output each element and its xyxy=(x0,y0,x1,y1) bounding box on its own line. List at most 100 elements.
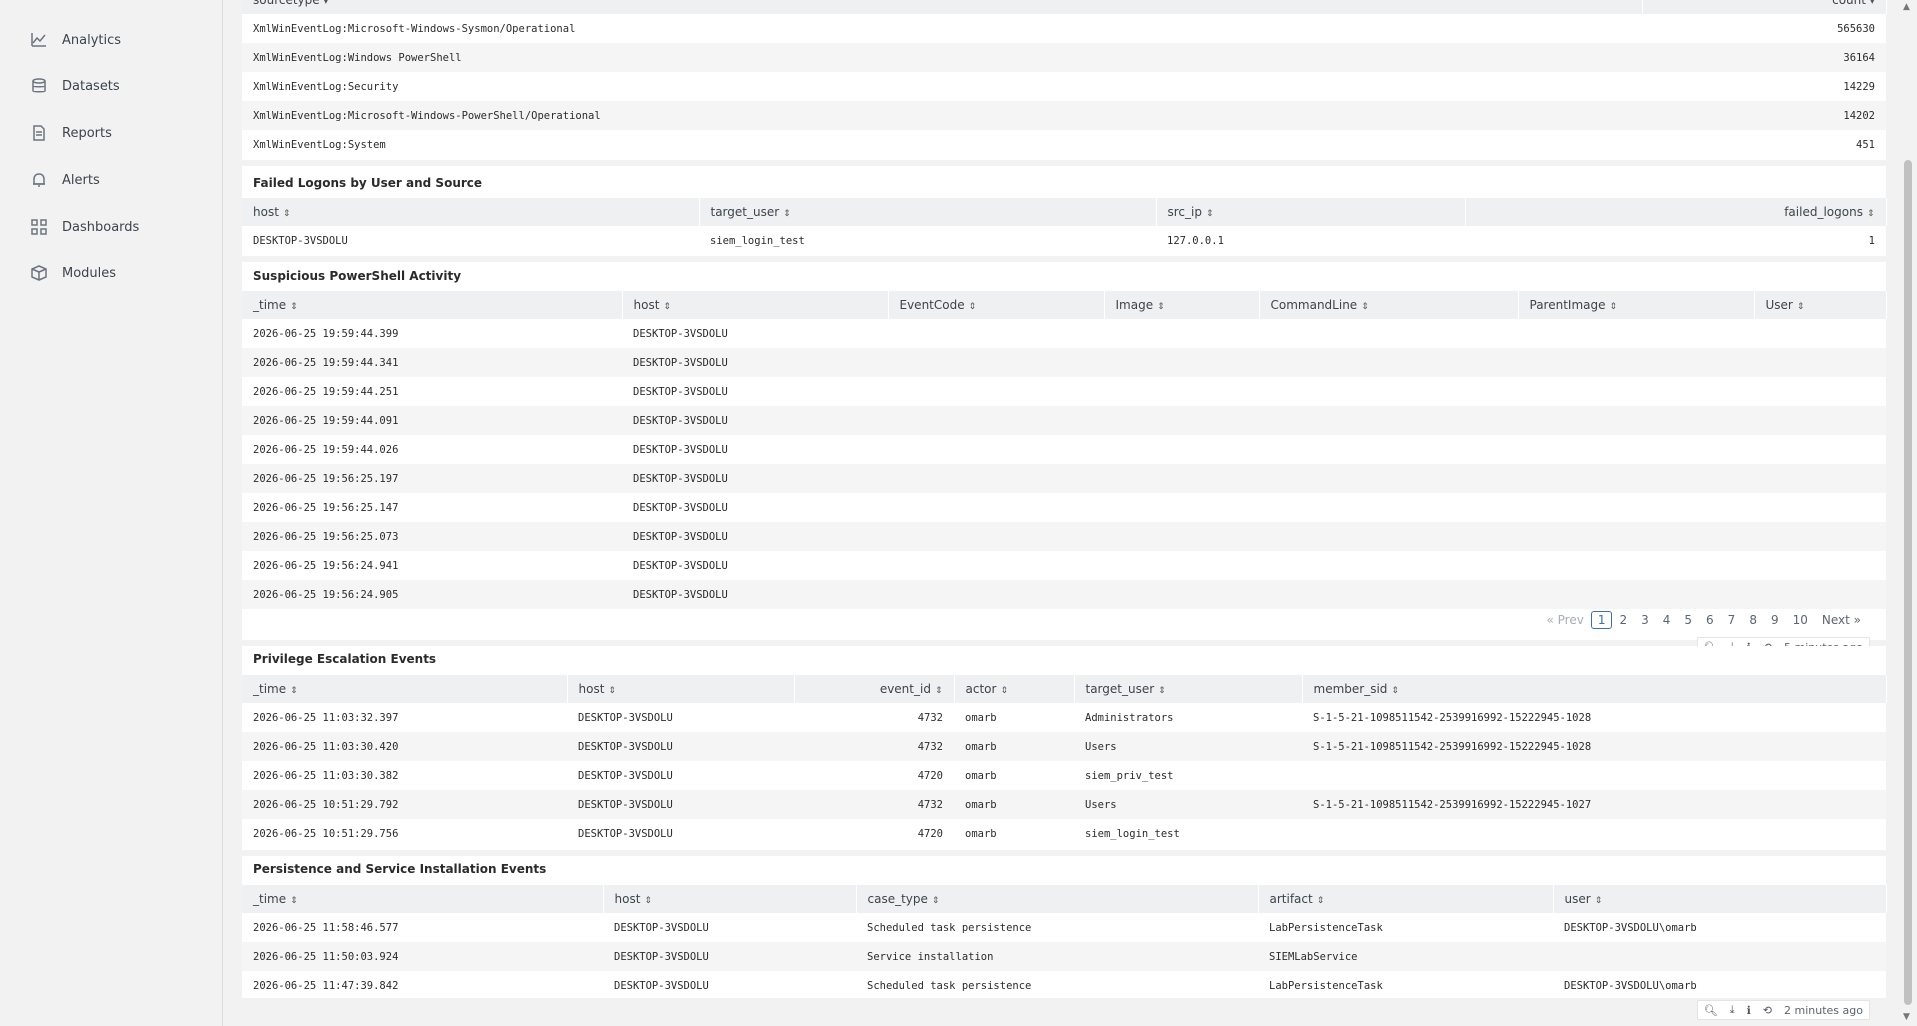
privesc-table: _time ⇕ host ⇕ event_id ⇕ actor ⇕ target_use… xyxy=(242,675,1887,848)
sidebar-item-datasets[interactable]: Datasets xyxy=(30,71,120,101)
sidebar-item-reports[interactable]: Reports xyxy=(30,118,112,148)
table-row: 2026-06-25 11:58:46.577 DESKTOP-3VSDOLU Sc… xyxy=(242,913,1886,942)
table-cell xyxy=(1518,551,1754,580)
panel-title: Persistence and Service Installation Eve… xyxy=(253,862,547,876)
column-header-host[interactable]: host ⇕ xyxy=(603,885,857,913)
sort-icon: ⇕ xyxy=(1205,209,1214,219)
column-header-time[interactable]: _time ⇕ xyxy=(242,885,604,913)
table-cell xyxy=(1259,348,1518,377)
page-button-4[interactable]: 4 xyxy=(1656,611,1678,629)
column-header-image[interactable]: Image ⇕ xyxy=(1104,291,1260,319)
download-icon[interactable]: ⤓ xyxy=(1730,1003,1735,1017)
sidebar-item-analytics[interactable]: Analytics xyxy=(30,25,121,55)
table-cell: S-1-5-21-1098511542-2539916992-15222945-… xyxy=(1313,711,1592,724)
column-header-src-ip[interactable]: src_ip ⇕ xyxy=(1156,198,1466,226)
sidebar-item-dashboards[interactable]: Dashboards xyxy=(30,212,139,242)
column-header-commandline[interactable]: CommandLine ⇕ xyxy=(1259,291,1519,319)
page-button-5[interactable]: 5 xyxy=(1677,611,1699,629)
prev-page-button[interactable]: « Prev xyxy=(1539,611,1590,629)
sort-icon: ⇕ xyxy=(1796,302,1805,312)
powershell-table: _time ⇕ host ⇕ EventCode ⇕ Image ⇕ CommandLi… xyxy=(242,291,1887,609)
page-button-7[interactable]: 7 xyxy=(1721,611,1743,629)
last-updated-text: 2 minutes ago xyxy=(1784,1003,1863,1017)
sidebar-item-modules[interactable]: Modules xyxy=(30,258,116,288)
column-header-host[interactable]: host ⇕ xyxy=(242,198,700,226)
table-cell xyxy=(1754,435,1886,464)
table-cell: XmlWinEventLog:Windows PowerShell xyxy=(242,43,1642,72)
column-header-target-user[interactable]: target_user ⇕ xyxy=(1074,675,1303,703)
column-header-user[interactable]: user ⇕ xyxy=(1553,885,1887,913)
sort-icon: ⇕ xyxy=(968,302,977,312)
column-header-parentimage[interactable]: ParentImage ⇕ xyxy=(1518,291,1755,319)
table-cell xyxy=(1518,522,1754,551)
column-header-target-user[interactable]: target_user ⇕ xyxy=(699,198,1157,226)
column-header-sourcetype[interactable]: sourcetype ▾ xyxy=(242,0,1643,14)
panel-title: Privilege Escalation Events xyxy=(253,652,437,666)
column-header-failed-logons[interactable]: failed_logons ⇕ xyxy=(1465,198,1887,226)
search-icon[interactable]: 🔍︎ xyxy=(1704,1004,1718,1017)
column-header-count[interactable]: count ▾ xyxy=(1642,0,1887,14)
column-header-time[interactable]: _time ⇕ xyxy=(242,291,623,319)
powershell-panel: Suspicious PowerShell Activity _time ⇕ ho… xyxy=(242,262,1887,640)
table-cell: DESKTOP-3VSDOLU xyxy=(633,501,728,514)
table-cell: 2026-06-25 11:47:39.842 xyxy=(253,979,399,992)
table-cell: DESKTOP-3VSDOLU xyxy=(614,921,709,934)
next-page-button[interactable]: Next » xyxy=(1815,611,1868,629)
page-button-9[interactable]: 9 xyxy=(1764,611,1786,629)
column-header-host[interactable]: host ⇕ xyxy=(622,291,889,319)
sidebar-item-label: Dashboards xyxy=(62,219,140,235)
column-header-member-sid[interactable]: member_sid ⇕ xyxy=(1302,675,1887,703)
scroll-down-icon[interactable]: ▼ xyxy=(1903,1012,1910,1022)
table-cell xyxy=(1754,551,1886,580)
table-row: 2026-06-25 11:50:03.924 DESKTOP-3VSDOLU Se… xyxy=(242,942,1886,971)
table-row: XmlWinEventLog:Windows PowerShell 36164 xyxy=(242,43,1886,72)
table-cell xyxy=(888,580,1104,609)
column-header-eventcode[interactable]: EventCode ⇕ xyxy=(888,291,1105,319)
table-cell xyxy=(1104,522,1259,551)
page-button-10[interactable]: 10 xyxy=(1786,611,1815,629)
table-cell: XmlWinEventLog:System xyxy=(253,138,386,151)
table-cell xyxy=(888,551,1104,580)
table-cell: DESKTOP-3VSDOLU xyxy=(633,559,728,572)
page-button-6[interactable]: 6 xyxy=(1699,611,1721,629)
table-cell: Service installation xyxy=(856,942,1258,971)
table-cell xyxy=(1259,435,1518,464)
table-cell: 127.0.0.1 xyxy=(1167,234,1224,247)
column-header-time[interactable]: _time ⇕ xyxy=(242,675,568,703)
table-cell xyxy=(1259,406,1518,435)
sort-icon: ⇕ xyxy=(931,896,940,906)
table-cell: 565630 xyxy=(1837,22,1875,35)
column-header-artifact[interactable]: artifact ⇕ xyxy=(1258,885,1554,913)
persistence-panel: Persistence and Service Installation Eve… xyxy=(242,856,1887,998)
table-cell: 2026-06-25 11:58:46.577 xyxy=(253,921,399,934)
column-header-case-type[interactable]: case_type ⇕ xyxy=(856,885,1259,913)
table-cell: DESKTOP-3VSDOLU xyxy=(622,464,888,493)
vertical-scrollbar[interactable]: ▲ ▼ xyxy=(1899,0,1917,1026)
table-cell: DESKTOP-3VSDOLU xyxy=(622,406,888,435)
page-button-1[interactable]: 1 xyxy=(1590,611,1613,629)
column-header-actor[interactable]: actor ⇕ xyxy=(954,675,1075,703)
column-header-event-id[interactable]: event_id ⇕ xyxy=(794,675,955,703)
column-header-user[interactable]: User ⇕ xyxy=(1754,291,1887,319)
table-cell: 2026-06-25 19:56:24.941 xyxy=(253,559,399,572)
page-button-2[interactable]: 2 xyxy=(1612,611,1634,629)
sort-icon: ⇕ xyxy=(1000,686,1008,696)
page-button-8[interactable]: 8 xyxy=(1742,611,1764,629)
refresh-icon[interactable]: ⟲ xyxy=(1763,1004,1772,1017)
table-cell xyxy=(888,435,1104,464)
column-header-host[interactable]: host ⇕ xyxy=(567,675,795,703)
page-button-3[interactable]: 3 xyxy=(1634,611,1656,629)
table-cell xyxy=(1259,580,1518,609)
table-cell: 2026-06-25 19:56:24.905 xyxy=(242,580,622,609)
table-row: XmlWinEventLog:System 451 xyxy=(242,130,1886,159)
scroll-thumb[interactable] xyxy=(1904,160,1912,1005)
table-cell xyxy=(1259,319,1518,348)
info-icon[interactable]: ℹ xyxy=(1747,1004,1751,1017)
scroll-up-icon[interactable]: ▲ xyxy=(1903,2,1910,12)
table-cell xyxy=(1518,464,1754,493)
table-cell: siem_priv_test xyxy=(1085,769,1174,782)
sidebar-item-alerts[interactable]: Alerts xyxy=(30,165,100,195)
table-cell: S-1-5-21-1098511542-2539916992-15222945-… xyxy=(1302,732,1886,761)
table-row: 2026-06-25 11:03:30.420 DESKTOP-3VSDOLU 47… xyxy=(242,732,1886,761)
table-cell: 4732 xyxy=(794,732,954,761)
